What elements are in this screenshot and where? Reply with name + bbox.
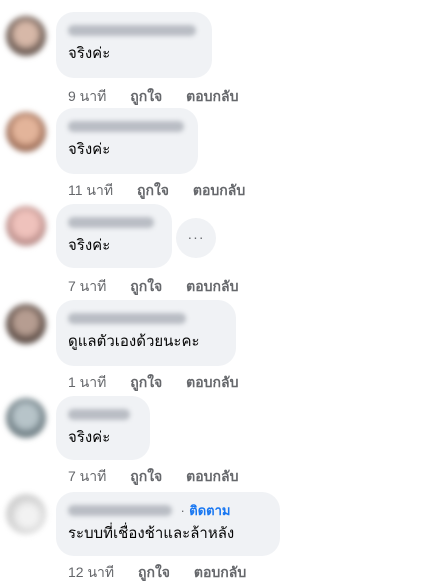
comment-actions: 9 นาที ถูกใจ ตอบกลับ [68,86,258,108]
reply-button[interactable]: ตอบกลับ [194,564,246,580]
follow-separator: · [180,503,185,518]
reply-button[interactable]: ตอบกลับ [193,182,245,198]
avatar[interactable] [6,206,46,246]
comment-bubble: ดูแลตัวเองด้วยนะคะ [56,300,236,366]
reply-button[interactable]: ตอบกลับ [186,374,238,390]
commenter-name[interactable] [68,121,184,133]
comment-text: จริงค่ะ [68,237,111,254]
commenter-name[interactable] [68,505,172,517]
like-button[interactable]: ถูกใจ [138,564,170,580]
comment-bubble: จริงค่ะ [56,204,172,268]
comment-text: จริงค่ะ [68,45,111,62]
comment-time[interactable]: 12 นาที [68,564,114,580]
comment-actions: 7 นาที ถูกใจ ตอบกลับ [68,276,258,298]
comment-actions: 11 นาที ถูกใจ ตอบกลับ [68,180,265,202]
avatar[interactable] [6,304,46,344]
comment-bubble: · ติดตาม ระบบที่เชื่องช้าและล้าหลัง [56,492,280,556]
commenter-name[interactable] [68,217,154,229]
comment-text: ดูแลตัวเองด้วยนะคะ [68,333,200,350]
avatar[interactable] [6,398,46,438]
like-button[interactable]: ถูกใจ [137,182,169,198]
comment-bubble: จริงค่ะ [56,396,150,460]
avatar[interactable] [6,494,46,534]
like-button[interactable]: ถูกใจ [130,278,162,294]
comment-bubble: จริงค่ะ [56,12,212,78]
comment-time[interactable]: 7 นาที [68,278,106,294]
reply-button[interactable]: ตอบกลับ [186,468,238,484]
like-button[interactable]: ถูกใจ [130,468,162,484]
comment-time[interactable]: 11 นาที [68,182,113,198]
avatar[interactable] [6,16,46,56]
comment-actions: 7 นาที ถูกใจ ตอบกลับ [68,466,258,488]
reply-button[interactable]: ตอบกลับ [186,88,238,104]
avatar[interactable] [6,112,46,152]
follow-button[interactable]: ติดตาม [189,503,230,518]
commenter-name[interactable] [68,313,186,325]
comment-text: จริงค่ะ [68,429,111,446]
comment-text: จริงค่ะ [68,141,111,158]
comment-actions: 12 นาที ถูกใจ ตอบกลับ [68,562,266,584]
comment-text: ระบบที่เชื่องช้าและล้าหลัง [68,525,235,542]
comment-time[interactable]: 9 นาที [68,88,106,104]
like-button[interactable]: ถูกใจ [130,88,162,104]
like-button[interactable]: ถูกใจ [130,374,162,390]
more-options-button[interactable]: ··· [176,218,216,258]
comment-actions: 1 นาที ถูกใจ ตอบกลับ [68,372,258,394]
comment-time[interactable]: 1 นาที [68,374,106,390]
more-horizontal-icon: ··· [187,229,205,245]
comment-time[interactable]: 7 นาที [68,468,106,484]
comment-bubble: จริงค่ะ [56,108,198,174]
commenter-name[interactable] [68,409,130,421]
commenter-name[interactable] [68,25,196,37]
reply-button[interactable]: ตอบกลับ [186,278,238,294]
